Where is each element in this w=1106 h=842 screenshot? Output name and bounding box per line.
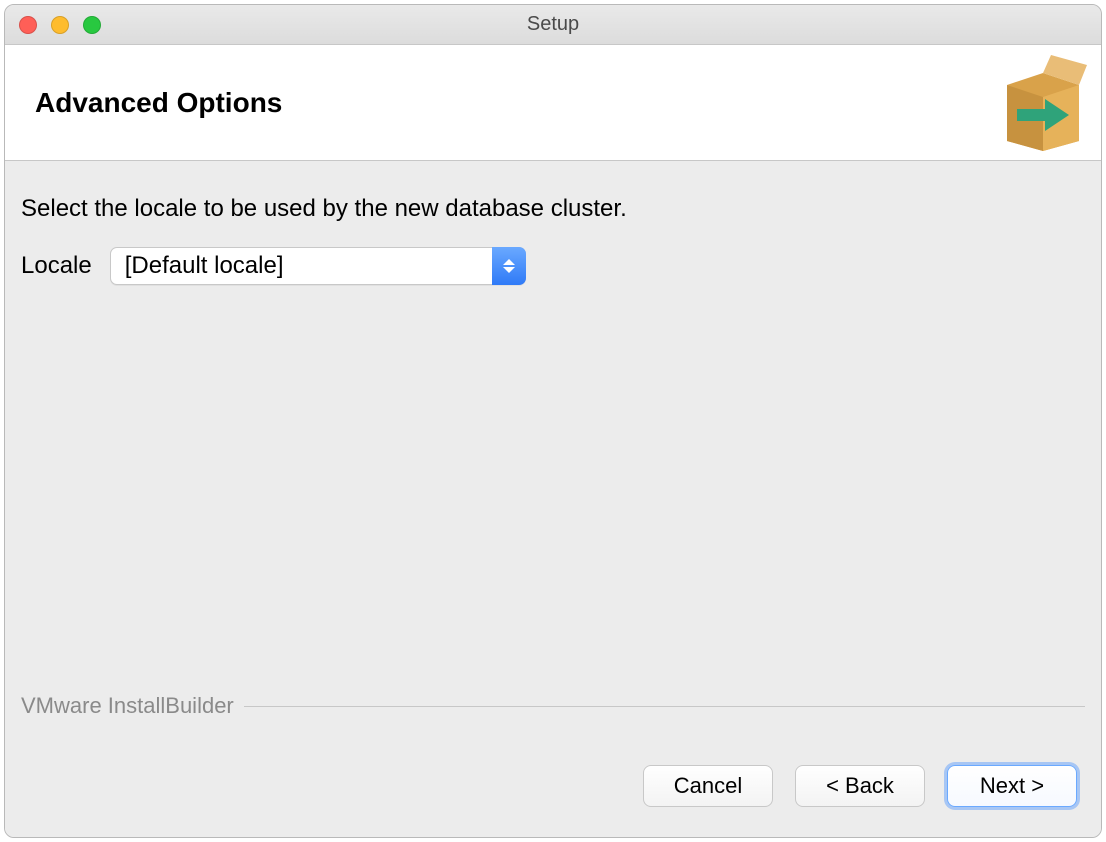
instruction-text: Select the locale to be used by the new … xyxy=(21,195,1085,223)
next-button-label: Next > xyxy=(980,773,1044,799)
chevron-up-icon xyxy=(503,259,515,265)
cancel-button[interactable]: Cancel xyxy=(643,765,773,807)
cancel-button-label: Cancel xyxy=(674,773,742,799)
install-box-arrow-icon xyxy=(995,55,1091,151)
locale-select-value: [Default locale] xyxy=(110,247,526,285)
close-window-button[interactable] xyxy=(19,16,37,34)
titlebar: Setup xyxy=(5,5,1101,45)
minimize-window-button[interactable] xyxy=(51,16,69,34)
back-button[interactable]: < Back xyxy=(795,765,925,807)
footer-separator: VMware InstallBuilder xyxy=(21,693,1085,719)
setup-window: Setup Advanced Options Select the lo xyxy=(4,4,1102,838)
chevron-down-icon xyxy=(503,267,515,273)
locale-select[interactable]: [Default locale] xyxy=(110,247,526,285)
wizard-button-row: Cancel < Back Next > xyxy=(643,765,1077,807)
separator-line xyxy=(244,706,1085,707)
wizard-header: Advanced Options xyxy=(5,45,1101,161)
back-button-label: < Back xyxy=(826,773,894,799)
locale-label: Locale xyxy=(21,252,92,280)
select-stepper-icon xyxy=(492,247,526,285)
wizard-content: Select the locale to be used by the new … xyxy=(5,161,1101,837)
locale-field-row: Locale [Default locale] xyxy=(21,247,1085,285)
traffic-lights xyxy=(5,16,101,34)
next-button[interactable]: Next > xyxy=(947,765,1077,807)
window-title: Setup xyxy=(5,13,1101,36)
brand-label: VMware InstallBuilder xyxy=(21,693,244,719)
page-title: Advanced Options xyxy=(35,87,282,119)
zoom-window-button[interactable] xyxy=(83,16,101,34)
